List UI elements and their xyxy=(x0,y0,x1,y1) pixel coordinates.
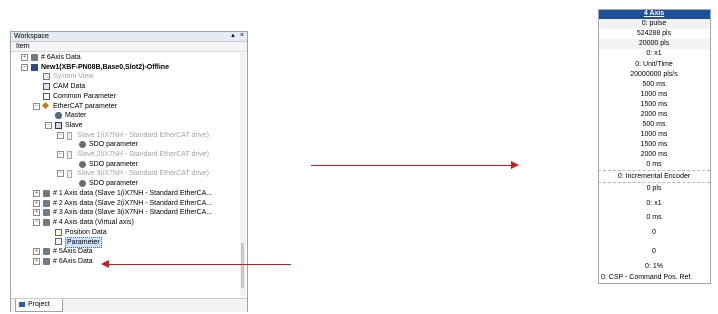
tree-node[interactable]: − Slave 2(iX7NH - Standard EtherCAT drive… xyxy=(11,150,239,159)
tree-node[interactable]: − EtherCAT parameter xyxy=(11,101,239,111)
slave-folder-icon xyxy=(55,122,62,129)
tree-node[interactable]: + # 3 Axis data (Slave 3(iX7NH - Standard… xyxy=(11,208,239,217)
scrollbar-thumb[interactable] xyxy=(241,243,244,288)
tree-node-label: Slave 1(iX7NH - Standard EtherCAT drive) xyxy=(77,132,210,139)
close-icon[interactable]: × xyxy=(240,32,244,39)
tree-node-label: Position Data xyxy=(65,229,107,236)
expand-icon[interactable]: + xyxy=(33,258,40,265)
collapse-icon[interactable]: − xyxy=(57,132,64,139)
slave-device-icon xyxy=(67,170,72,178)
workspace-title-bar: Workspace ▲ × xyxy=(11,32,247,42)
position-data-icon xyxy=(55,229,62,236)
slave-device-icon xyxy=(67,151,72,159)
expand-icon[interactable]: + xyxy=(33,200,40,207)
tree-node[interactable]: − Slave 3(iX7NH - Standard EtherCAT drive… xyxy=(11,169,239,178)
annotation-arrow-parameter-line xyxy=(108,264,291,265)
tab-project[interactable]: Project xyxy=(15,299,63,312)
tree-node-label: # 6Axis Data xyxy=(53,258,93,265)
slave-device-icon xyxy=(67,132,72,140)
module-icon xyxy=(31,64,38,71)
expand-icon[interactable]: + xyxy=(33,209,40,216)
workspace-tab-bar: Project xyxy=(11,298,247,312)
cam-data-icon xyxy=(43,83,50,90)
axis-data-icon xyxy=(31,54,38,61)
tree-node[interactable]: + # 5Axis Data xyxy=(11,247,239,256)
collapse-icon[interactable]: − xyxy=(57,170,64,177)
sdo-parameter-icon xyxy=(79,141,86,148)
expand-icon[interactable]: + xyxy=(33,190,40,197)
sdo-parameter-icon xyxy=(79,180,86,187)
collapse-icon[interactable]: − xyxy=(45,122,52,129)
tree-node-label: System View xyxy=(53,73,94,80)
tree-node[interactable]: SDO parameter xyxy=(11,140,239,149)
tree-node[interactable]: Common Parameter xyxy=(11,92,239,101)
axis-data-icon xyxy=(43,190,50,197)
tree-node-label: Slave 3(iX7NH - Standard EtherCAT drive) xyxy=(77,170,210,177)
system-view-icon xyxy=(43,73,50,80)
tree-node-label: EtherCAT parameter xyxy=(53,103,117,110)
axis-data-icon xyxy=(43,258,50,265)
collapse-icon[interactable]: − xyxy=(33,103,40,110)
grid-border xyxy=(598,9,711,284)
tree-node-label: # 3 Axis data (Slave 3(iX7NH - Standard … xyxy=(53,209,213,216)
ethercat-icon xyxy=(41,101,50,110)
tree-node-label: # 1 Axis data (Slave 1(iX7NH - Standard … xyxy=(53,190,213,197)
tree-node-label: Master xyxy=(65,112,87,119)
project-tree: + # 6Axis Data − New1(XBF-PN08B,Base0,Slot2… xyxy=(11,53,239,296)
tree-node[interactable]: CAM Data xyxy=(11,82,239,91)
tree-node-label: Slave 2(iX7NH - Standard EtherCAT drive) xyxy=(77,151,210,158)
axis-data-icon xyxy=(43,248,50,255)
tree-node[interactable]: − Slave 1(iX7NH - Standard EtherCAT drive… xyxy=(11,131,239,140)
tree-node[interactable]: Master xyxy=(11,111,239,120)
collapse-icon[interactable]: − xyxy=(21,64,28,71)
tree-scrollbar[interactable] xyxy=(240,53,246,296)
tree-node-label: Slave xyxy=(65,122,83,129)
annotation-arrow-grid-line xyxy=(311,165,511,166)
tree-node[interactable]: − New1(XBF-PN08B,Base0,Slot2)-Offline xyxy=(11,63,239,72)
tree-node[interactable]: − Slave xyxy=(11,121,239,130)
tree-node-label: SDO parameter xyxy=(89,180,139,187)
collapse-icon[interactable]: − xyxy=(57,151,64,158)
annotation-arrow-grid-head xyxy=(511,161,519,169)
tree-node[interactable]: Parameter xyxy=(11,237,239,248)
sdo-parameter-icon xyxy=(79,161,86,168)
tree-node[interactable]: SDO parameter xyxy=(11,179,239,188)
tree-node[interactable]: + # 1 Axis data (Slave 1(iX7NH - Standard… xyxy=(11,189,239,198)
tree-node-label: SDO parameter xyxy=(89,161,139,168)
tree-node[interactable]: + # 2 Axis data (Slave 2(iX7NH - Standard… xyxy=(11,199,239,208)
workspace-panel: Workspace ▲ × Item + # 6Axis Data − New1(XB… xyxy=(10,31,248,312)
tree-node-label: # 4 Axis data (Virtual axis) xyxy=(53,219,134,226)
axis-data-icon xyxy=(43,219,50,226)
tree-node[interactable]: − # 4 Axis data (Virtual axis) xyxy=(11,218,239,227)
column-header-item: Item xyxy=(16,43,30,50)
project-icon xyxy=(19,302,25,307)
master-icon xyxy=(55,112,62,119)
collapse-icon[interactable]: − xyxy=(33,219,40,226)
expand-icon[interactable]: + xyxy=(33,248,40,255)
common-parameter-icon xyxy=(43,93,50,100)
tree-node-label: # 2 Axis data (Slave 2(iX7NH - Standard … xyxy=(53,200,213,207)
tree-node[interactable]: SDO parameter xyxy=(11,160,239,169)
tree-node[interactable]: + # 6Axis Data xyxy=(11,53,239,62)
tree-node-label: CAM Data xyxy=(53,83,86,90)
tree-column-header[interactable]: Item xyxy=(11,42,247,52)
expand-icon[interactable]: + xyxy=(21,54,28,61)
parameter-icon xyxy=(55,238,62,245)
annotation-arrow-parameter-head xyxy=(101,260,109,268)
tree-node-label: Common Parameter xyxy=(53,93,117,100)
workspace-title: Workspace xyxy=(14,33,49,40)
axis-data-icon xyxy=(43,209,50,216)
tree-node-label: # 5Axis Data xyxy=(53,248,93,255)
tree-node-label: New1(XBF-PN08B,Base0,Slot2)-Offline xyxy=(41,64,169,71)
tree-node-label: # 6Axis Data xyxy=(41,54,81,61)
tree-node-label: SDO parameter xyxy=(89,141,139,148)
axis-data-icon xyxy=(43,200,50,207)
pin-icon[interactable]: ▲ xyxy=(230,33,236,39)
tree-node[interactable]: Position Data xyxy=(11,228,239,237)
tree-node[interactable]: System View xyxy=(11,72,239,81)
tab-project-label: Project xyxy=(28,301,50,308)
